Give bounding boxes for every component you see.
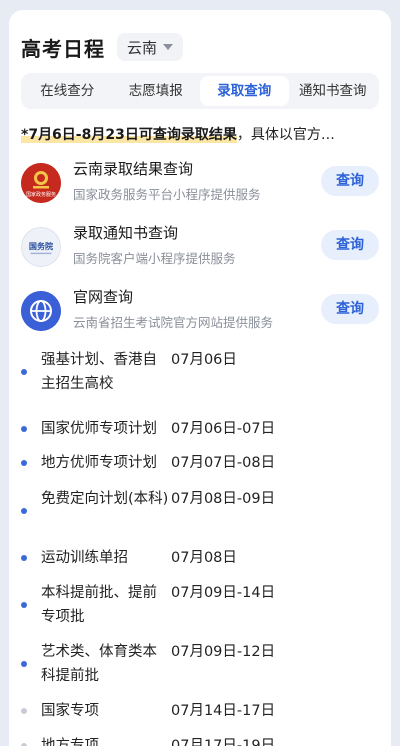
timeline-dot bbox=[21, 661, 27, 667]
query-button[interactable]: 查询 bbox=[321, 166, 379, 196]
chevron-down-icon bbox=[163, 44, 174, 50]
timeline-date: 07月06日-07日 bbox=[171, 421, 276, 437]
notice-rest: ，具体以官方… bbox=[236, 127, 335, 143]
state-council-logo-text: 国务院 bbox=[29, 241, 53, 251]
timeline-date: 07月09日-14日 bbox=[171, 585, 276, 601]
timeline-dot bbox=[21, 460, 27, 466]
state-council-logo-icon: 国务院 bbox=[21, 227, 61, 267]
service-item-notice-letter[interactable]: 国务院 录取通知书查询 国务院客户端小程序提供服务 查询 bbox=[21, 222, 379, 270]
service-subtitle: 云南省招生考试院官方网站提供服务 bbox=[73, 315, 274, 330]
tab-application[interactable]: 志愿填报 bbox=[112, 76, 201, 106]
timeline-dot bbox=[21, 426, 27, 432]
timeline-dot bbox=[21, 602, 27, 608]
service-title: 云南录取结果查询 bbox=[73, 160, 194, 178]
schedule-card: 高考日程 云南 在线查分 志愿填报 录取查询 通知书查询 *7月6日-8月23日… bbox=[9, 10, 391, 746]
page-title: 高考日程 bbox=[21, 36, 105, 61]
tab-notice-letter[interactable]: 通知书查询 bbox=[289, 76, 378, 106]
query-button[interactable]: 查询 bbox=[321, 294, 379, 324]
service-subtitle: 国家政务服务平台小程序提供服务 bbox=[73, 187, 261, 202]
service-item-official-site[interactable]: 官网查询 云南省招生考试院官方网站提供服务 查询 bbox=[21, 286, 379, 334]
timeline-date: 07月06日 bbox=[171, 352, 237, 368]
region-label: 云南 bbox=[127, 38, 158, 57]
timeline-name: 艺术类、体育类本科提前批 bbox=[41, 644, 157, 684]
timeline-date: 07月17日-19日 bbox=[171, 738, 276, 746]
notice-highlight: *7月6日-8月23日可查询录取结果 bbox=[21, 127, 237, 143]
timeline-name: 国家专项 bbox=[41, 703, 99, 719]
tab-online-score[interactable]: 在线查分 bbox=[23, 76, 112, 106]
header: 高考日程 云南 bbox=[21, 32, 184, 62]
timeline-name: 运动训练单招 bbox=[41, 550, 128, 566]
timeline-date: 07月09日-12日 bbox=[171, 644, 276, 660]
service-item-yunnan-result[interactable]: 国家政务服务 云南录取结果查询 国家政务服务平台小程序提供服务 查询 bbox=[21, 158, 379, 206]
timeline-name: 国家优师专项计划 bbox=[41, 421, 157, 437]
timeline-name: 地方优师专项计划 bbox=[41, 455, 157, 471]
timeline-date: 07月08日-09日 bbox=[171, 491, 276, 507]
tab-admission-query[interactable]: 录取查询 bbox=[200, 76, 289, 106]
timeline-date: 07月07日-08日 bbox=[171, 455, 276, 471]
timeline-dot bbox=[21, 555, 27, 561]
globe-icon bbox=[21, 291, 61, 331]
timeline-date: 07月14日-17日 bbox=[171, 703, 276, 719]
service-subtitle: 国务院客户端小程序提供服务 bbox=[73, 251, 236, 266]
timeline-name: 免费定向计划(本科) bbox=[41, 491, 169, 507]
timeline-name: 地方专项 bbox=[41, 738, 99, 746]
service-title: 官网查询 bbox=[73, 288, 134, 306]
emblem-caption: 国家政务服务 bbox=[26, 191, 56, 198]
timeline-date: 07月08日 bbox=[171, 550, 237, 566]
region-selector[interactable]: 云南 bbox=[117, 33, 184, 61]
tab-bar: 在线查分 志愿填报 录取查询 通知书查询 bbox=[21, 73, 379, 109]
timeline-dot bbox=[21, 508, 27, 514]
timeline-dot bbox=[21, 708, 27, 714]
query-button[interactable]: 查询 bbox=[321, 230, 379, 260]
notice-banner: *7月6日-8月23日可查询录取结果，具体以官方… bbox=[21, 123, 371, 147]
timeline-dot bbox=[21, 369, 27, 375]
timeline-name: 强基计划、香港自主招生高校 bbox=[41, 352, 157, 392]
national-emblem-icon: 国家政务服务 bbox=[21, 163, 61, 203]
service-title: 录取通知书查询 bbox=[73, 224, 179, 242]
timeline-name: 本科提前批、提前专项批 bbox=[41, 585, 157, 625]
